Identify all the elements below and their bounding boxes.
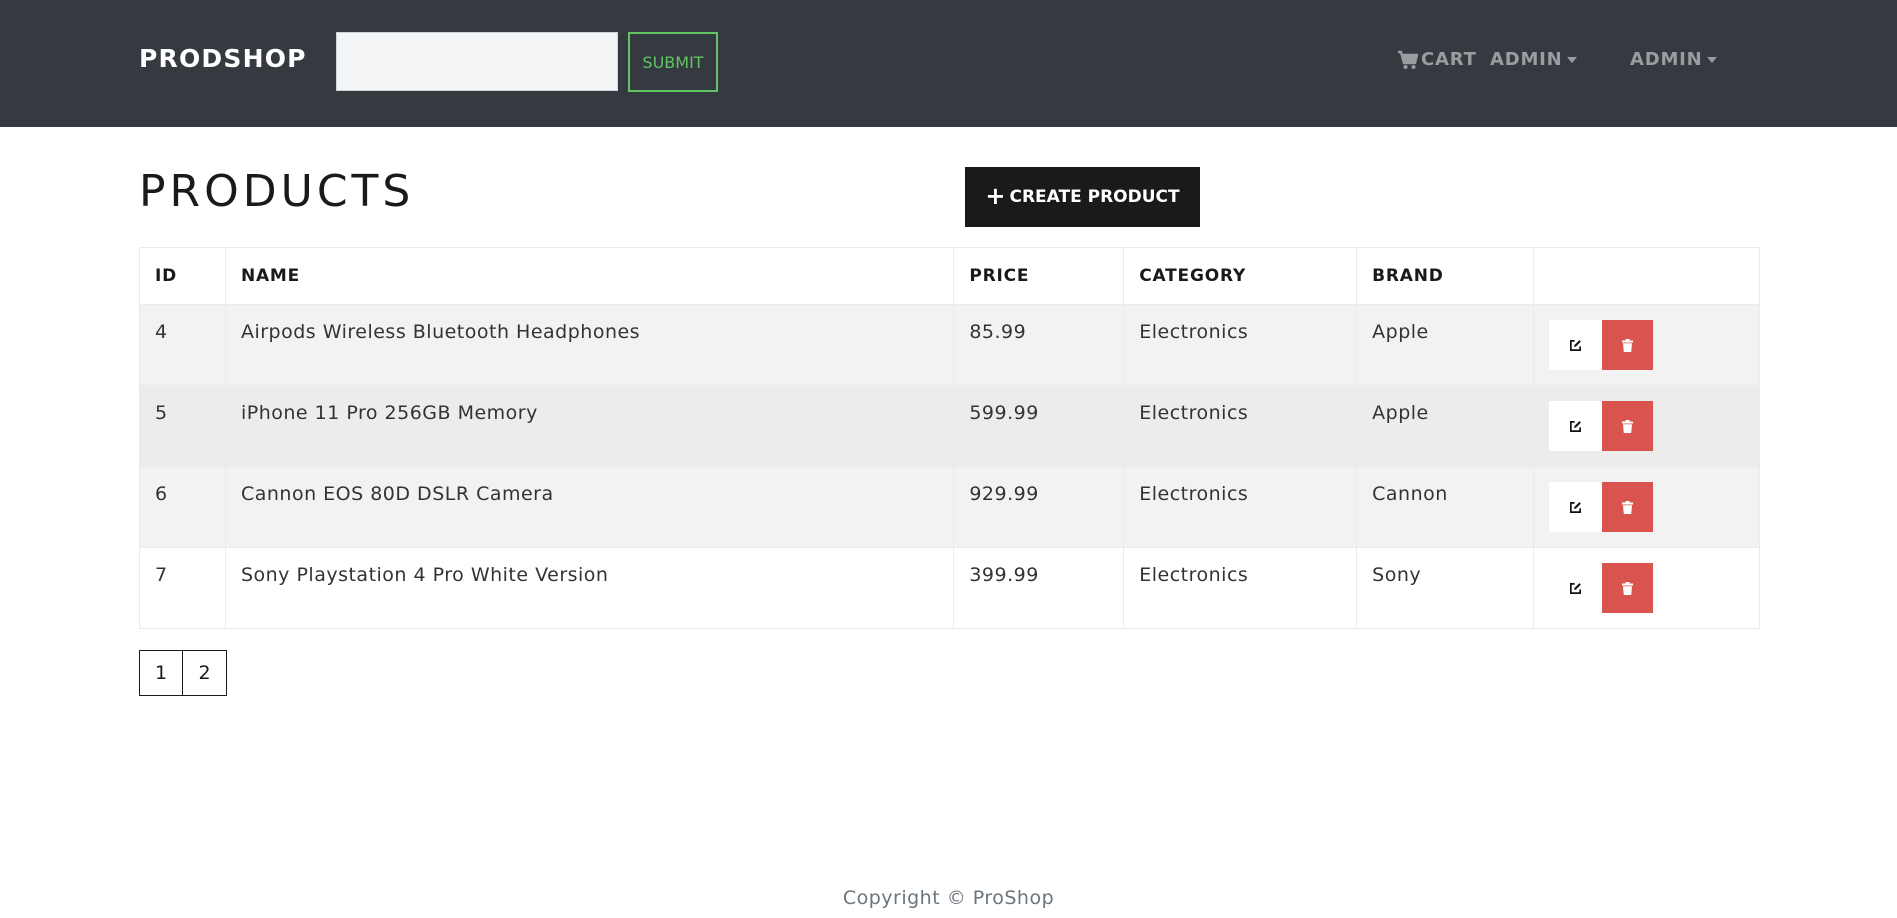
admin-dropdown-user[interactable]: ADMIN xyxy=(1490,49,1577,70)
row-actions xyxy=(1549,401,1744,451)
page-link-2[interactable]: 2 xyxy=(183,650,227,696)
delete-product-button[interactable] xyxy=(1602,320,1654,370)
edit-icon xyxy=(1569,420,1582,433)
caret-down-icon xyxy=(1566,56,1577,63)
cell-brand: Sony xyxy=(1356,547,1535,629)
column-header-name: NAME xyxy=(224,247,955,305)
row-actions xyxy=(1549,482,1744,532)
cell-id: 5 xyxy=(139,385,226,467)
page-title: PRODUCTS xyxy=(139,166,415,217)
cart-icon xyxy=(1397,50,1419,70)
cell-name: Sony Playstation 4 Pro White Version xyxy=(224,547,955,629)
cell-name: Cannon EOS 80D DSLR Camera xyxy=(224,466,955,548)
table-row: 4 Airpods Wireless Bluetooth Headphones 85… xyxy=(139,304,1760,386)
cell-name: Airpods Wireless Bluetooth Headphones xyxy=(224,304,955,386)
edit-icon xyxy=(1569,501,1582,514)
column-header-id: ID xyxy=(139,247,226,305)
edit-icon xyxy=(1569,339,1582,352)
cart-link[interactable]: CART xyxy=(1397,49,1477,70)
delete-product-button[interactable] xyxy=(1602,563,1654,613)
edit-product-button[interactable] xyxy=(1549,401,1603,451)
cell-price: 929.99 xyxy=(953,466,1125,548)
top-navbar: PRODSHOP SUBMIT CART ADMIN ADMIN xyxy=(0,0,1897,127)
products-table: ID NAME PRICE CATEGORY BRAND 4 Airpods Wi… xyxy=(139,247,1760,629)
pagination: 1 2 xyxy=(139,650,227,696)
column-header-actions xyxy=(1533,247,1760,305)
cart-label: CART xyxy=(1421,49,1477,70)
column-header-price: PRICE xyxy=(953,247,1125,305)
trash-icon xyxy=(1622,500,1634,514)
table-header-row: ID NAME PRICE CATEGORY BRAND xyxy=(139,247,1760,305)
create-product-label: CREATE PRODUCT xyxy=(1009,187,1180,207)
page-link-1[interactable]: 1 xyxy=(139,650,183,696)
cell-price: 85.99 xyxy=(953,304,1125,386)
cell-id: 7 xyxy=(139,547,226,629)
caret-down-icon xyxy=(1706,56,1717,63)
trash-icon xyxy=(1622,419,1634,433)
footer-copyright: Copyright © ProShop xyxy=(842,887,1055,909)
plus-icon: + xyxy=(985,181,1006,210)
admin-dropdown-label: ADMIN xyxy=(1630,49,1703,70)
cell-name: iPhone 11 Pro 256GB Memory xyxy=(224,385,955,467)
table-row: 7 Sony Playstation 4 Pro White Version 399… xyxy=(139,547,1760,629)
row-actions xyxy=(1549,320,1744,370)
cell-category: Electronics xyxy=(1123,385,1358,467)
column-header-brand: BRAND xyxy=(1356,247,1535,305)
cell-brand: Cannon xyxy=(1356,466,1535,548)
edit-icon xyxy=(1569,582,1582,595)
delete-product-button[interactable] xyxy=(1602,401,1654,451)
admin-dropdown-label: ADMIN xyxy=(1490,49,1563,70)
cell-actions xyxy=(1533,547,1760,629)
cell-category: Electronics xyxy=(1123,547,1358,629)
trash-icon xyxy=(1622,581,1634,595)
cell-category: Electronics xyxy=(1123,304,1358,386)
cell-category: Electronics xyxy=(1123,466,1358,548)
cell-brand: Apple xyxy=(1356,304,1535,386)
search-submit-button[interactable]: SUBMIT xyxy=(628,32,718,92)
cell-id: 6 xyxy=(139,466,226,548)
table-row: 6 Cannon EOS 80D DSLR Camera 929.99 Electro… xyxy=(139,466,1760,548)
row-actions xyxy=(1549,563,1744,613)
brand-logo[interactable]: PRODSHOP xyxy=(139,44,307,73)
admin-dropdown-menu[interactable]: ADMIN xyxy=(1630,49,1717,70)
cell-price: 599.99 xyxy=(953,385,1125,467)
table-row: 5 iPhone 11 Pro 256GB Memory 599.99 Electro… xyxy=(139,385,1760,467)
cell-id: 4 xyxy=(139,304,226,386)
edit-product-button[interactable] xyxy=(1549,482,1603,532)
create-product-button[interactable]: + CREATE PRODUCT xyxy=(965,167,1200,227)
edit-product-button[interactable] xyxy=(1549,563,1603,613)
cell-actions xyxy=(1533,385,1760,467)
edit-product-button[interactable] xyxy=(1549,320,1603,370)
column-header-category: CATEGORY xyxy=(1123,247,1358,305)
cell-price: 399.99 xyxy=(953,547,1125,629)
cell-actions xyxy=(1533,304,1760,386)
cell-actions xyxy=(1533,466,1760,548)
trash-icon xyxy=(1622,338,1634,352)
cell-brand: Apple xyxy=(1356,385,1535,467)
search-input[interactable] xyxy=(336,32,618,91)
delete-product-button[interactable] xyxy=(1602,482,1654,532)
